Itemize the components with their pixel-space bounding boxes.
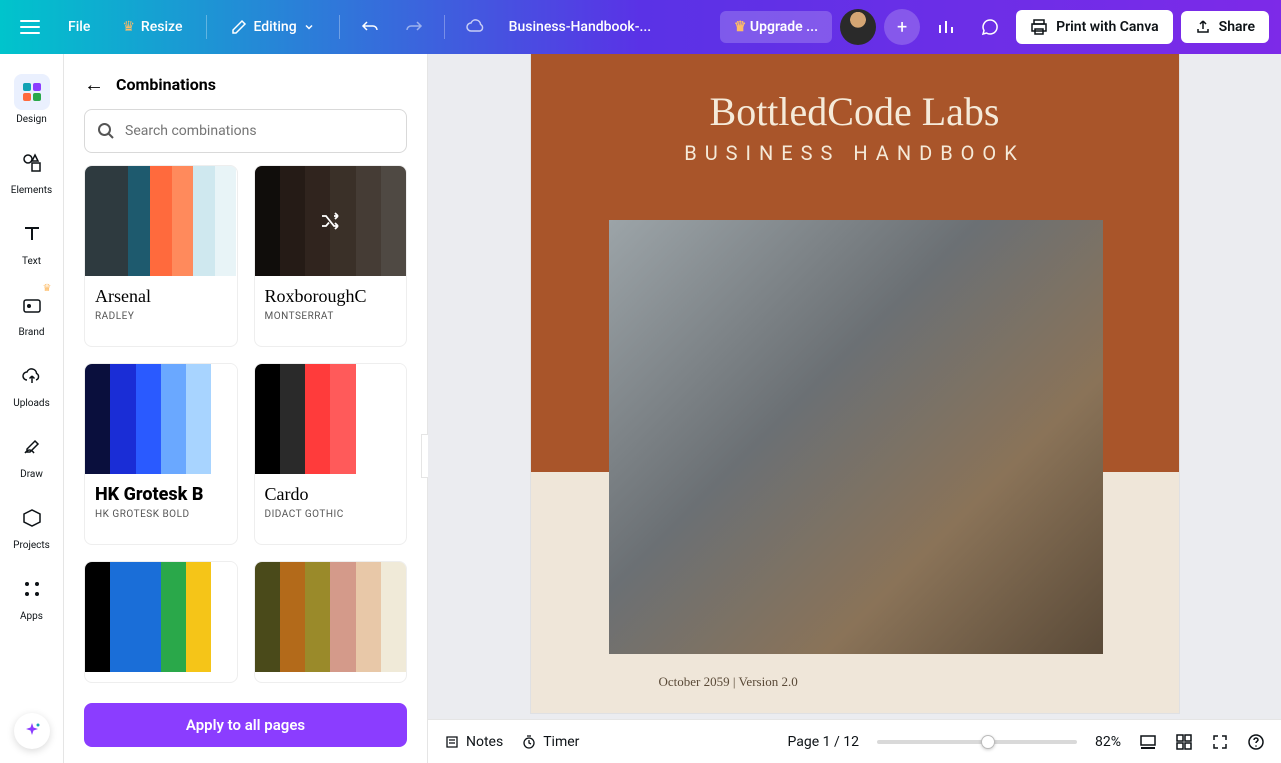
combo-subtitle: MONTSERRAT	[265, 311, 397, 322]
cloud-sync-icon[interactable]	[457, 9, 493, 45]
pencil-icon	[231, 19, 247, 35]
combo-subtitle: Didact Gothic	[265, 509, 397, 520]
rail-uploads[interactable]: Uploads	[2, 350, 62, 417]
combination-card[interactable]: Arsenal Radley	[84, 165, 238, 347]
help-button[interactable]	[1247, 733, 1265, 751]
print-button[interactable]: Print with Canva	[1016, 10, 1173, 44]
crown-icon: ♛	[43, 283, 52, 294]
combo-title: Cardo	[265, 484, 397, 505]
side-rail: Design Elements Text ♛Brand Uploads Draw…	[0, 54, 64, 763]
combination-card[interactable]	[84, 561, 238, 683]
rail-draw[interactable]: Draw	[2, 421, 62, 488]
combo-title: RoxboroughC	[265, 286, 397, 307]
timer-button[interactable]: Timer	[521, 734, 579, 750]
page-subtitle[interactable]: BUSINESS HANDBOOK	[684, 141, 1025, 165]
share-icon	[1195, 19, 1211, 35]
top-toolbar: File ♛Resize Editing Business-Handbook-.…	[0, 0, 1281, 54]
combo-title: HK Grotesk B	[95, 484, 227, 505]
combo-title: Arsenal	[95, 286, 227, 307]
resize-button[interactable]: ♛Resize	[110, 11, 194, 43]
page-footer-text[interactable]: October 2059 | Version 2.0	[659, 674, 798, 690]
shuffle-icon	[255, 166, 407, 276]
page-brand-title[interactable]: BottledCode Labs	[710, 88, 1000, 135]
rail-elements[interactable]: Elements	[2, 137, 62, 204]
document-title[interactable]: Business-Handbook-...	[509, 19, 652, 35]
canvas-area: BottledCode Labs BUSINESS HANDBOOK Octob…	[428, 54, 1281, 763]
combinations-grid: Arsenal Radley RoxboroughC MONTSERRAT HK Gro…	[64, 165, 427, 695]
undo-button[interactable]	[352, 9, 388, 45]
chevron-down-icon	[303, 21, 315, 33]
combination-card[interactable]: Cardo Didact Gothic	[254, 363, 408, 545]
rail-apps[interactable]: Apps	[2, 563, 62, 630]
file-menu[interactable]: File	[56, 11, 102, 43]
rail-text[interactable]: Text	[2, 208, 62, 275]
bottom-toolbar: Notes Timer Page 1 / 12 82%	[428, 719, 1281, 763]
rail-design[interactable]: Design	[2, 66, 62, 133]
user-avatar[interactable]	[840, 9, 876, 45]
notes-button[interactable]: Notes	[444, 734, 503, 750]
editing-mode-dropdown[interactable]: Editing	[219, 11, 326, 43]
combinations-panel: ← Combinations Arsenal Radley RoxboroughC M…	[64, 54, 428, 763]
crown-icon: ♛	[122, 19, 135, 35]
printer-icon	[1030, 18, 1048, 36]
upgrade-button[interactable]: ♛ Upgrade ...	[720, 11, 832, 43]
share-button[interactable]: Share	[1181, 11, 1269, 43]
crown-icon: ♛	[734, 19, 747, 35]
rail-projects[interactable]: Projects	[2, 492, 62, 559]
search-icon	[96, 121, 116, 141]
insights-button[interactable]	[928, 9, 964, 45]
combo-subtitle: Radley	[95, 311, 227, 322]
canvas-page[interactable]: BottledCode Labs BUSINESS HANDBOOK Octob…	[531, 54, 1179, 713]
view-grid-button[interactable]	[1175, 733, 1193, 751]
search-input[interactable]	[84, 109, 407, 153]
page-counter[interactable]: Page 1 / 12	[788, 734, 859, 750]
menu-button[interactable]	[12, 9, 48, 45]
magic-button[interactable]	[14, 713, 50, 749]
combination-card[interactable]: RoxboroughC MONTSERRAT	[254, 165, 408, 347]
apply-all-button[interactable]: Apply to all pages	[84, 703, 407, 747]
view-thumbnail-button[interactable]	[1139, 733, 1157, 751]
fullscreen-button[interactable]	[1211, 733, 1229, 751]
combo-subtitle: HK GROTESK BOLD	[95, 509, 227, 520]
zoom-slider[interactable]	[877, 740, 1077, 744]
page-hero-image[interactable]	[609, 220, 1103, 654]
combination-card[interactable]	[254, 561, 408, 683]
back-button[interactable]: ←	[84, 72, 104, 97]
comments-button[interactable]	[972, 9, 1008, 45]
zoom-level[interactable]: 82%	[1095, 734, 1121, 750]
redo-button[interactable]	[396, 9, 432, 45]
rail-brand[interactable]: ♛Brand	[2, 279, 62, 346]
add-member-button[interactable]: +	[884, 9, 920, 45]
panel-title: Combinations	[116, 75, 216, 94]
combination-card[interactable]: HK Grotesk B HK GROTESK BOLD	[84, 363, 238, 545]
